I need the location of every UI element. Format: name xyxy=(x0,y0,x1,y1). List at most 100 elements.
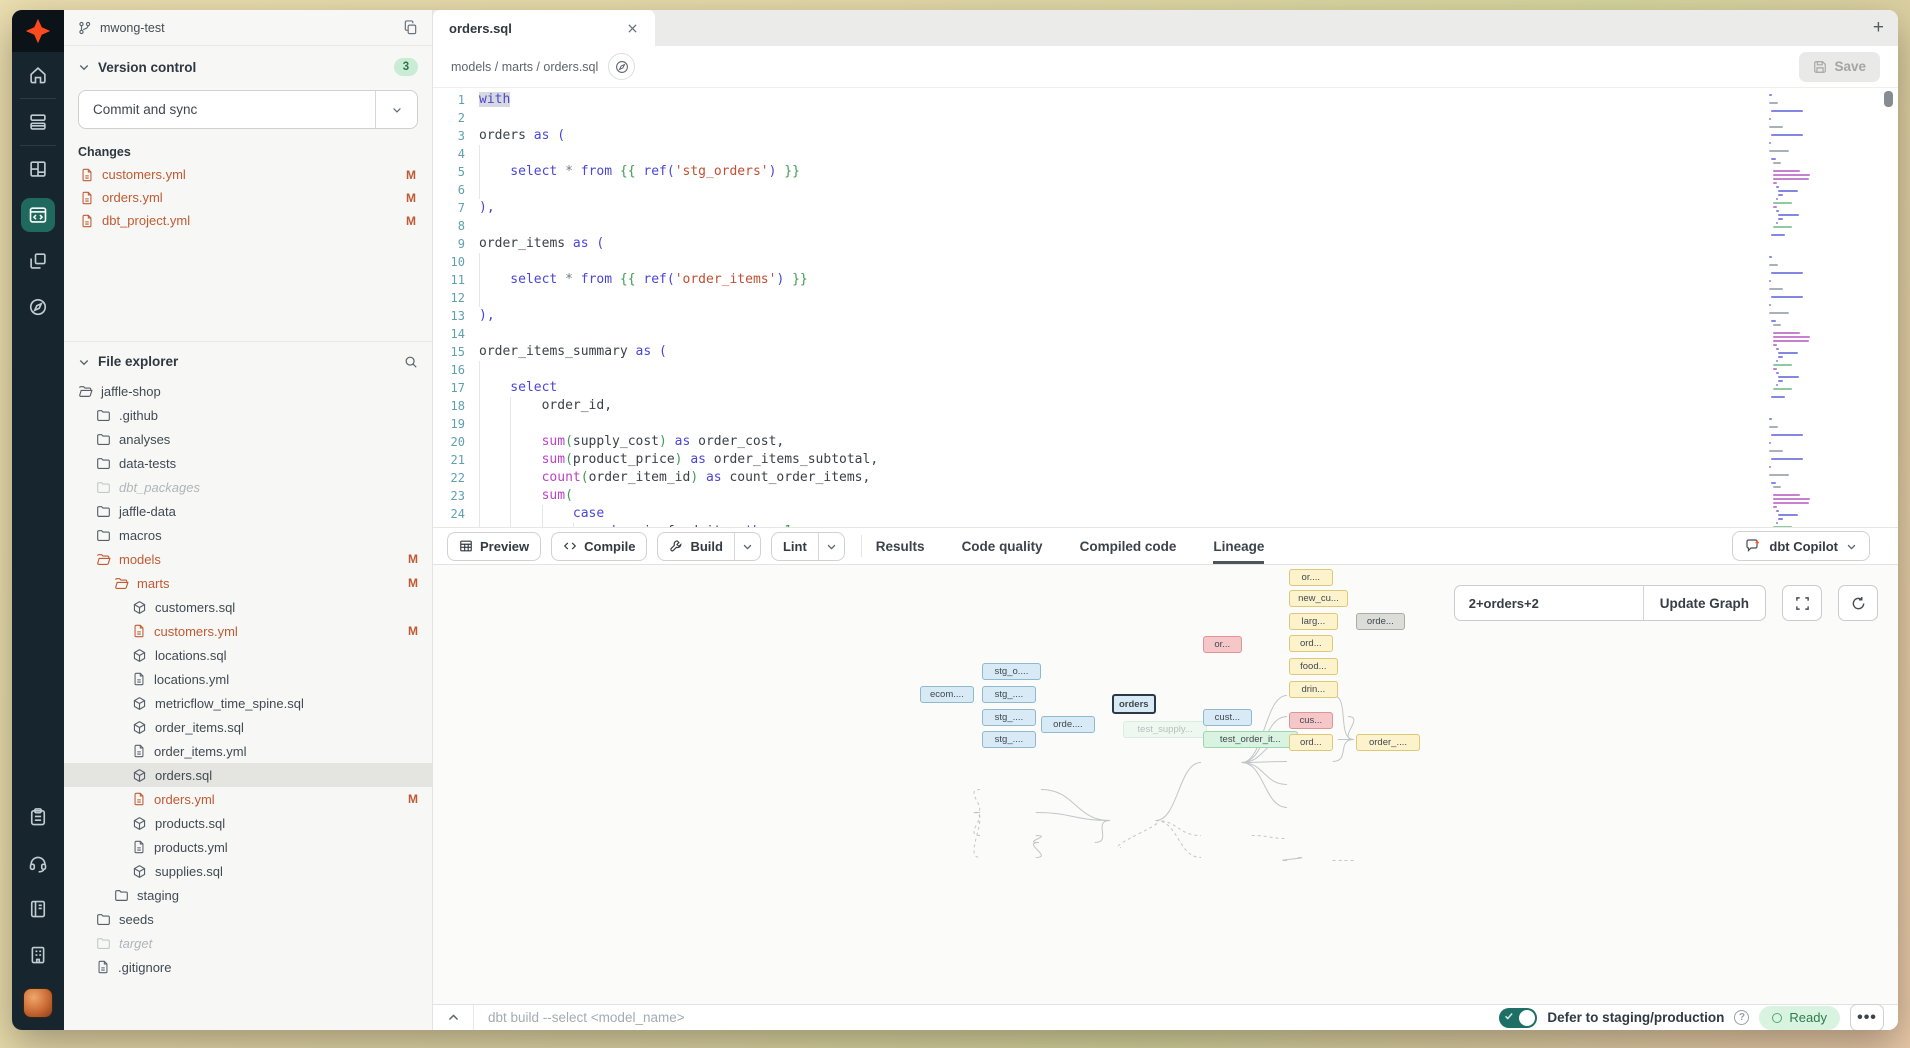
tab-results[interactable]: Results xyxy=(876,528,925,564)
tab-lineage[interactable]: Lineage xyxy=(1213,528,1264,564)
commit-dropdown-chevron-icon[interactable] xyxy=(375,91,417,128)
command-input[interactable]: dbt build --select <model_name> xyxy=(474,1010,685,1025)
lineage-node-ordery3[interactable]: order_.... xyxy=(1356,734,1420,751)
lineage-compass-icon[interactable] xyxy=(608,53,635,80)
more-options-button[interactable]: ••• xyxy=(1850,1004,1884,1030)
scrollbar-thumb[interactable] xyxy=(1884,91,1893,107)
tree-item-marts[interactable]: martsM xyxy=(64,571,432,595)
tree-item-supplies.sql[interactable]: supplies.sql xyxy=(64,859,432,883)
tree-item-models[interactable]: modelsM xyxy=(64,547,432,571)
lineage-node-stg4[interactable]: stg_.... xyxy=(982,731,1036,748)
sidebar-item-clipboard[interactable] xyxy=(12,794,64,840)
tree-item-target[interactable]: target xyxy=(64,931,432,955)
changed-file-orders.yml[interactable]: orders.ymlM xyxy=(64,186,432,209)
lineage-node-ordy1[interactable]: ord... xyxy=(1289,635,1333,652)
search-icon[interactable] xyxy=(404,355,418,369)
lineage-selector-input[interactable]: 2+orders+2 xyxy=(1455,586,1643,620)
chevron-down-icon[interactable] xyxy=(734,533,760,560)
tree-item-analyses[interactable]: analyses xyxy=(64,427,432,451)
changed-file-dbt_project.yml[interactable]: dbt_project.ymlM xyxy=(64,209,432,232)
lineage-node-ordemid[interactable]: orde.... xyxy=(1041,716,1095,733)
chevron-down-icon[interactable] xyxy=(818,533,844,560)
sidebar-item-code-window[interactable] xyxy=(12,192,64,238)
tree-item-.gitignore[interactable]: .gitignore xyxy=(64,955,432,979)
tree-item-locations.sql[interactable]: locations.sql xyxy=(64,643,432,667)
changed-file-customers.yml[interactable]: customers.ymlM xyxy=(64,163,432,186)
fullscreen-button[interactable] xyxy=(1782,585,1822,621)
editor-scrollbar[interactable] xyxy=(1884,91,1893,527)
lineage-node-ordegr[interactable]: orde... xyxy=(1356,613,1405,630)
tab-compiled-code[interactable]: Compiled code xyxy=(1080,528,1177,564)
sidebar-item-layers[interactable] xyxy=(12,99,64,145)
tree-item-customers.yml[interactable]: customers.ymlM xyxy=(64,619,432,643)
commit-and-sync-button[interactable]: Commit and sync xyxy=(78,90,418,129)
lineage-node-stg1[interactable]: stg_o.... xyxy=(982,663,1041,680)
tree-item-data-tests[interactable]: data-tests xyxy=(64,451,432,475)
tab-orders-sql[interactable]: orders.sql xyxy=(433,10,655,46)
tree-item-seeds[interactable]: seeds xyxy=(64,907,432,931)
lineage-node-orders[interactable]: orders xyxy=(1112,694,1156,714)
lineage-node-newcu[interactable]: new_cu... xyxy=(1289,590,1348,607)
sidebar-item-notebook[interactable] xyxy=(12,886,64,932)
lineage-node-tsupply[interactable]: test_supply... xyxy=(1123,721,1207,738)
lineage-node-ory[interactable]: or.... xyxy=(1289,569,1333,586)
tree-item-order_items.sql[interactable]: order_items.sql xyxy=(64,715,432,739)
lineage-node-toi[interactable]: test_order_it... xyxy=(1203,731,1298,748)
tree-item-macros[interactable]: macros xyxy=(64,523,432,547)
tree-item-metricflow_time_spine.sql[interactable]: metricflow_time_spine.sql xyxy=(64,691,432,715)
sidebar-item-compass[interactable] xyxy=(12,284,64,330)
copy-icon[interactable] xyxy=(403,20,418,35)
chevron-down-icon[interactable] xyxy=(78,61,90,73)
close-icon[interactable] xyxy=(626,22,639,35)
update-graph-button[interactable]: Update Graph xyxy=(1643,586,1765,620)
lineage-node-stg3[interactable]: stg_.... xyxy=(982,709,1036,726)
minimap[interactable] xyxy=(1769,94,1843,527)
tree-item-customers.sql[interactable]: customers.sql xyxy=(64,595,432,619)
tree-item-orders.yml[interactable]: orders.ymlM xyxy=(64,787,432,811)
code-line: 19 xyxy=(433,415,1898,433)
tree-item-locations.yml[interactable]: locations.yml xyxy=(64,667,432,691)
sidebar-item-home[interactable] xyxy=(12,52,64,98)
tab-code-quality[interactable]: Code quality xyxy=(962,528,1043,564)
help-icon[interactable]: ? xyxy=(1734,1010,1749,1025)
version-control-header[interactable]: Version control 3 xyxy=(64,46,432,84)
sidebar-item-building[interactable] xyxy=(12,932,64,978)
lineage-node-larg[interactable]: larg... xyxy=(1289,613,1338,630)
compile-button[interactable]: Compile xyxy=(551,532,647,561)
tree-item-.github[interactable]: .github xyxy=(64,403,432,427)
chevron-down-icon[interactable] xyxy=(78,356,90,368)
refresh-button[interactable] xyxy=(1838,585,1878,621)
user-avatar[interactable] xyxy=(23,988,53,1018)
lineage-panel[interactable]: ecom.... stg_o.... stg_.... stg_.... stg_...… xyxy=(433,565,1898,1004)
lineage-node-food[interactable]: food... xyxy=(1289,658,1338,675)
lineage-node-ecom[interactable]: ecom.... xyxy=(920,686,974,703)
lineage-node-cust[interactable]: cust... xyxy=(1203,709,1252,726)
tree-item-jaffle-shop[interactable]: jaffle-shop xyxy=(64,379,432,403)
dbt-logo[interactable] xyxy=(12,10,64,52)
lineage-node-orpink[interactable]: or... xyxy=(1203,636,1242,653)
tree-item-products.yml[interactable]: products.yml xyxy=(64,835,432,859)
lint-button[interactable]: Lint xyxy=(771,532,845,561)
tree-item-orders.sql[interactable]: orders.sql xyxy=(64,763,432,787)
file-explorer-header[interactable]: File explorer xyxy=(64,342,432,377)
new-tab-button[interactable]: + xyxy=(1873,18,1884,37)
sidebar-item-headset[interactable] xyxy=(12,840,64,886)
defer-toggle[interactable] xyxy=(1499,1008,1537,1028)
lineage-node-ordy2[interactable]: ord... xyxy=(1289,734,1333,751)
tree-item-products.sql[interactable]: products.sql xyxy=(64,811,432,835)
tree-item-staging[interactable]: staging xyxy=(64,883,432,907)
build-button[interactable]: Build xyxy=(657,532,761,561)
tree-item-jaffle-data[interactable]: jaffle-data xyxy=(64,499,432,523)
code-editor[interactable]: 1with23orders as (4 5 select * from {{ r… xyxy=(433,88,1898,527)
save-button[interactable]: Save xyxy=(1799,52,1880,82)
tree-item-dbt_packages[interactable]: dbt_packages xyxy=(64,475,432,499)
sidebar-item-grid[interactable] xyxy=(12,146,64,192)
preview-button[interactable]: Preview xyxy=(447,532,541,561)
sidebar-item-copy-windows[interactable] xyxy=(12,238,64,284)
lineage-node-cusp[interactable]: cus... xyxy=(1289,712,1333,729)
lineage-node-drin[interactable]: drin... xyxy=(1289,681,1338,698)
dbt-copilot-button[interactable]: dbt Copilot xyxy=(1732,531,1870,561)
tree-item-order_items.yml[interactable]: order_items.yml xyxy=(64,739,432,763)
chevron-up-icon[interactable] xyxy=(433,1011,473,1024)
lineage-node-stg2[interactable]: stg_.... xyxy=(982,686,1036,703)
